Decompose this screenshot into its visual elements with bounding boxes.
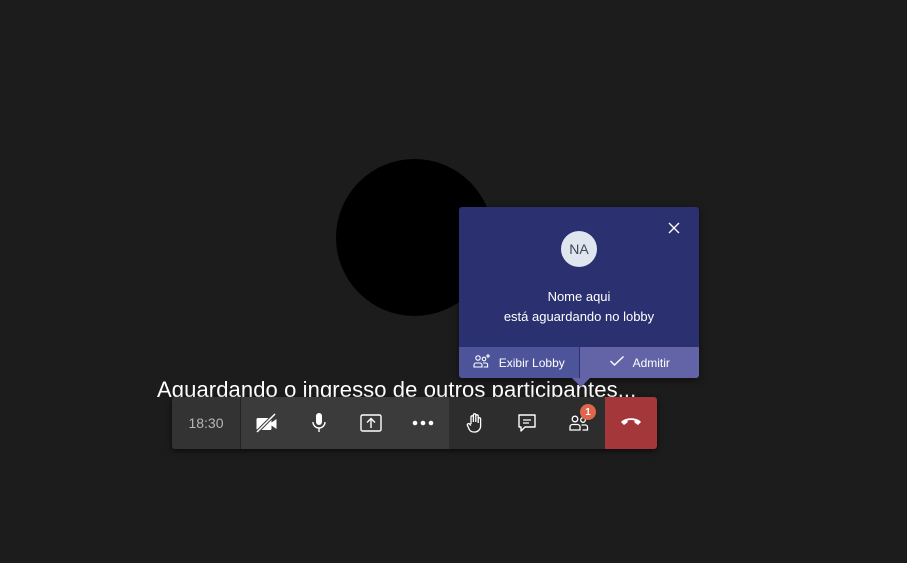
lobby-notification-popup: NA Nome aqui está aguardando no lobby Ex… <box>459 207 699 387</box>
hang-up-icon <box>619 414 643 432</box>
lobby-actions: Exibir Lobby Admitir <box>459 347 699 378</box>
raise-hand-icon <box>465 412 485 434</box>
call-control-bar: 18:30 1 <box>172 397 657 449</box>
lobby-status-text: está aguardando no lobby <box>503 309 655 324</box>
raise-hand-button[interactable] <box>449 397 501 449</box>
lobby-user-name: Nome aqui <box>547 289 611 304</box>
call-timer: 18:30 <box>172 397 241 449</box>
admit-button[interactable]: Admitir <box>579 347 699 378</box>
view-lobby-button[interactable]: Exibir Lobby <box>459 347 580 378</box>
mic-icon <box>310 412 328 434</box>
camera-toggle-button[interactable] <box>241 397 293 449</box>
chat-button[interactable] <box>501 397 553 449</box>
share-screen-icon <box>359 412 383 434</box>
camera-off-icon <box>254 412 280 434</box>
checkmark-icon <box>609 355 633 370</box>
media-controls-group <box>241 397 449 449</box>
hang-up-button[interactable] <box>605 397 657 449</box>
chat-icon <box>516 412 538 434</box>
admit-label: Admitir <box>632 355 670 370</box>
popup-pointer <box>572 378 590 387</box>
collaboration-controls-group: 1 <box>449 397 605 449</box>
view-lobby-label: Exibir Lobby <box>498 355 565 370</box>
share-screen-button[interactable] <box>345 397 397 449</box>
more-actions-button[interactable] <box>397 397 449 449</box>
close-popup-button[interactable] <box>665 221 683 239</box>
participants-button[interactable]: 1 <box>553 397 605 449</box>
close-icon <box>668 221 680 239</box>
participants-count-badge: 1 <box>580 404 596 420</box>
more-icon <box>412 420 434 426</box>
people-add-icon <box>473 353 499 372</box>
mic-toggle-button[interactable] <box>293 397 345 449</box>
lobby-user-avatar: NA <box>561 231 597 267</box>
